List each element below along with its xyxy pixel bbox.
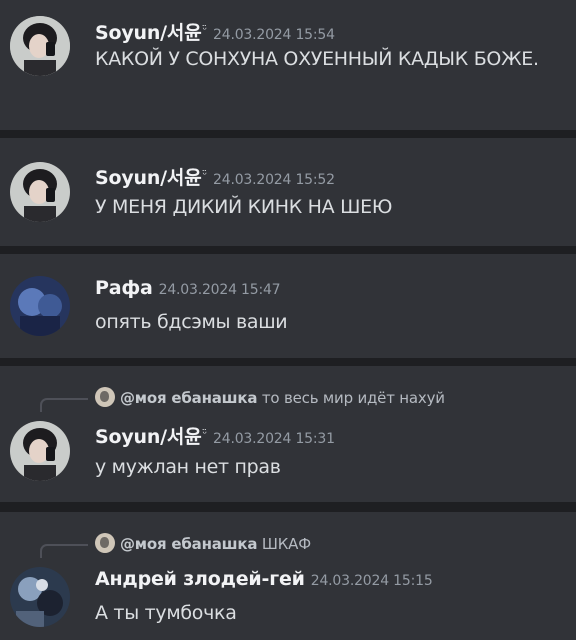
name-badge: ᵕ̈	[202, 427, 208, 440]
timestamp: 24.03.2024 15:15	[310, 573, 433, 589]
user-avatar[interactable]	[10, 421, 70, 481]
user-avatar[interactable]	[10, 276, 70, 336]
name-badge: ᵕ̈	[202, 168, 208, 181]
timestamp: 24.03.2024 15:52	[213, 172, 335, 188]
message[interactable]: @моя ебанашка ШКАФ Андрей злодей-гей 24.0…	[0, 512, 576, 640]
name-badge: ᵕ̈	[202, 23, 208, 36]
user-avatar[interactable]	[10, 162, 70, 222]
username[interactable]: Рафа	[95, 277, 153, 299]
reply-avatar	[95, 533, 115, 553]
reply-connector	[40, 398, 88, 412]
reply-preview[interactable]: @моя ебанашка ШКАФ	[95, 533, 311, 553]
username[interactable]: Soyun/서윤	[95, 426, 202, 448]
message-text: опять бдсэмы ваши	[95, 311, 288, 333]
message[interactable]: Рафа 24.03.2024 15:47 опять бдсэмы ваши	[0, 254, 576, 358]
user-avatar[interactable]	[10, 567, 70, 627]
reply-avatar	[95, 387, 115, 407]
timestamp: 24.03.2024 15:54	[213, 27, 335, 43]
message-header: Soyun/서윤ᵕ̈ 24.03.2024 15:54	[95, 18, 335, 45]
message-header: Soyun/서윤ᵕ̈ 24.03.2024 15:31	[95, 422, 335, 449]
message-header: Андрей злодей-гей 24.03.2024 15:15	[95, 568, 433, 590]
timestamp: 24.03.2024 15:47	[158, 282, 281, 298]
message[interactable]: @моя ебанашка то весь мир идёт нахуй Soy…	[0, 366, 576, 502]
message-header: Рафа 24.03.2024 15:47	[95, 277, 281, 299]
username[interactable]: Soyun/서윤	[95, 167, 202, 189]
message-text: У МЕНЯ ДИКИЙ КИНК НА ШЕЮ	[95, 196, 393, 218]
username[interactable]: Soyun/서윤	[95, 22, 202, 44]
reply-preview[interactable]: @моя ебанашка то весь мир идёт нахуй	[95, 387, 445, 407]
message-header: Soyun/서윤ᵕ̈ 24.03.2024 15:52	[95, 163, 335, 190]
reply-username[interactable]: @моя ебанашка	[120, 389, 258, 407]
message[interactable]: Soyun/서윤ᵕ̈ 24.03.2024 15:54 КАКОЙ У СОНХУ…	[0, 0, 576, 130]
reply-text: ШКАФ	[261, 535, 311, 553]
user-avatar[interactable]	[10, 16, 70, 76]
message[interactable]: Soyun/서윤ᵕ̈ 24.03.2024 15:52 У МЕНЯ ДИКИЙ …	[0, 138, 576, 246]
username[interactable]: Андрей злодей-гей	[95, 568, 305, 590]
message-text: А ты тумбочка	[95, 602, 237, 624]
timestamp: 24.03.2024 15:31	[213, 431, 335, 447]
reply-connector	[40, 544, 88, 558]
message-text: КАКОЙ У СОНХУНА ОХУЕННЫЙ КАДЫК БОЖЕ.	[95, 48, 539, 70]
reply-text: то весь мир идёт нахуй	[261, 389, 445, 407]
reply-username[interactable]: @моя ебанашка	[120, 535, 258, 553]
message-text: у мужлан нет прав	[95, 456, 281, 478]
